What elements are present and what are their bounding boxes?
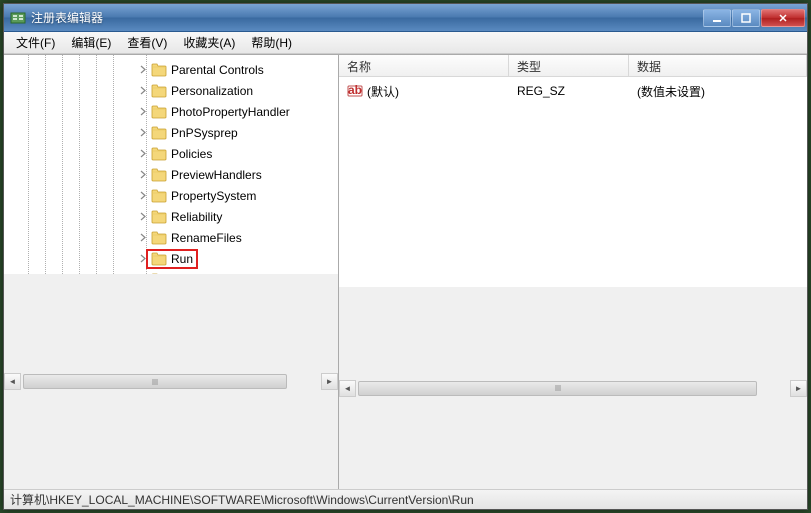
folder-icon	[151, 231, 167, 245]
cell-data: (数值未设置)	[629, 83, 807, 100]
tree-label: Policies	[171, 147, 212, 161]
expander-icon[interactable]	[138, 233, 148, 243]
tree-item-parental-controls[interactable]: Parental Controls	[4, 59, 338, 80]
scroll-thumb[interactable]	[23, 374, 287, 389]
folder-icon	[151, 252, 167, 266]
tree-label: Parental Controls	[171, 63, 264, 77]
list-body[interactable]: ab (默认) REG_SZ (数值未设置)	[339, 77, 807, 287]
scroll-track[interactable]	[21, 373, 321, 390]
expander-icon[interactable]	[138, 65, 148, 75]
list-row[interactable]: ab (默认) REG_SZ (数值未设置)	[339, 81, 807, 101]
window-controls	[703, 9, 805, 27]
expander-icon[interactable]	[138, 212, 148, 222]
tree-item-reliability[interactable]: Reliability	[4, 206, 338, 227]
window-title: 注册表编辑器	[31, 9, 703, 26]
tree-item-renamefiles[interactable]: RenameFiles	[4, 227, 338, 248]
registry-editor-window: 注册表编辑器 文件(F) 编辑(E) 查看(V) 收藏夹(A) 帮助(H)	[3, 3, 808, 510]
scroll-left-button[interactable]: ◄	[339, 380, 356, 397]
tree-hscrollbar[interactable]: ◄ ►	[4, 274, 338, 489]
folder-icon	[151, 84, 167, 98]
svg-text:ab: ab	[348, 83, 362, 97]
scroll-track[interactable]	[356, 380, 790, 397]
scroll-right-button[interactable]: ►	[790, 380, 807, 397]
tree-label: Run	[171, 252, 193, 266]
folder-icon	[151, 168, 167, 182]
tree-item-pnpsysprep[interactable]: PnPSysprep	[4, 122, 338, 143]
minimize-button[interactable]	[703, 9, 731, 27]
expander-icon[interactable]	[138, 149, 148, 159]
menu-file[interactable]: 文件(F)	[8, 31, 63, 54]
tree-item-previewhandlers[interactable]: PreviewHandlers	[4, 164, 338, 185]
maximize-button[interactable]	[732, 9, 760, 27]
menu-help[interactable]: 帮助(H)	[243, 31, 300, 54]
menu-edit[interactable]: 编辑(E)	[63, 31, 119, 54]
list-header: 名称 类型 数据	[339, 55, 807, 77]
tree-item-personalization[interactable]: Personalization	[4, 80, 338, 101]
scroll-left-button[interactable]: ◄	[4, 373, 21, 390]
value-name-label: (默认)	[367, 83, 399, 100]
tree-label: PhotoPropertyHandler	[171, 105, 290, 119]
tree-label: PreviewHandlers	[171, 168, 262, 182]
tree-item-propertysystem[interactable]: PropertySystem	[4, 185, 338, 206]
tree-label: RenameFiles	[171, 231, 242, 245]
folder-icon	[151, 63, 167, 77]
menu-favorites[interactable]: 收藏夹(A)	[175, 31, 243, 54]
folder-icon	[151, 105, 167, 119]
tree-item-photopropertyhandler[interactable]: PhotoPropertyHandler	[4, 101, 338, 122]
tree-label: PropertySystem	[171, 189, 256, 203]
tree-item-run[interactable]: Run	[4, 248, 338, 269]
folder-icon	[151, 126, 167, 140]
list-panel: 名称 类型 数据 ab (默认) REG_SZ (数值未设置) ◄	[339, 55, 807, 489]
tree-label: Reliability	[171, 210, 222, 224]
menu-view[interactable]: 查看(V)	[119, 31, 175, 54]
titlebar[interactable]: 注册表编辑器	[4, 4, 807, 32]
expander-icon[interactable]	[138, 86, 148, 96]
column-type[interactable]: 类型	[509, 55, 629, 76]
column-data[interactable]: 数据	[629, 55, 807, 76]
status-path: 计算机\HKEY_LOCAL_MACHINE\SOFTWARE\Microsof…	[10, 491, 474, 508]
cell-name: ab (默认)	[339, 83, 509, 100]
folder-icon	[151, 210, 167, 224]
expander-icon[interactable]	[138, 170, 148, 180]
tree-body[interactable]: Parental Controls Personalization PhotoPro…	[4, 55, 338, 274]
menubar: 文件(F) 编辑(E) 查看(V) 收藏夹(A) 帮助(H)	[4, 32, 807, 54]
content-area: Parental Controls Personalization PhotoPro…	[4, 54, 807, 489]
column-name[interactable]: 名称	[339, 55, 509, 76]
statusbar: 计算机\HKEY_LOCAL_MACHINE\SOFTWARE\Microsof…	[4, 489, 807, 509]
expander-icon[interactable]	[138, 128, 148, 138]
app-icon	[10, 10, 26, 26]
close-button[interactable]	[761, 9, 805, 27]
list-hscrollbar[interactable]: ◄ ►	[339, 287, 807, 489]
expander-icon[interactable]	[138, 107, 148, 117]
tree-label: Personalization	[171, 84, 253, 98]
string-value-icon: ab	[347, 83, 363, 99]
scroll-thumb[interactable]	[358, 381, 757, 396]
folder-icon	[151, 147, 167, 161]
tree-item-policies[interactable]: Policies	[4, 143, 338, 164]
expander-icon[interactable]	[138, 191, 148, 201]
folder-icon	[151, 189, 167, 203]
tree-label: PnPSysprep	[171, 126, 238, 140]
tree-panel: Parental Controls Personalization PhotoPro…	[4, 55, 339, 489]
scroll-right-button[interactable]: ►	[321, 373, 338, 390]
cell-type: REG_SZ	[509, 84, 629, 98]
